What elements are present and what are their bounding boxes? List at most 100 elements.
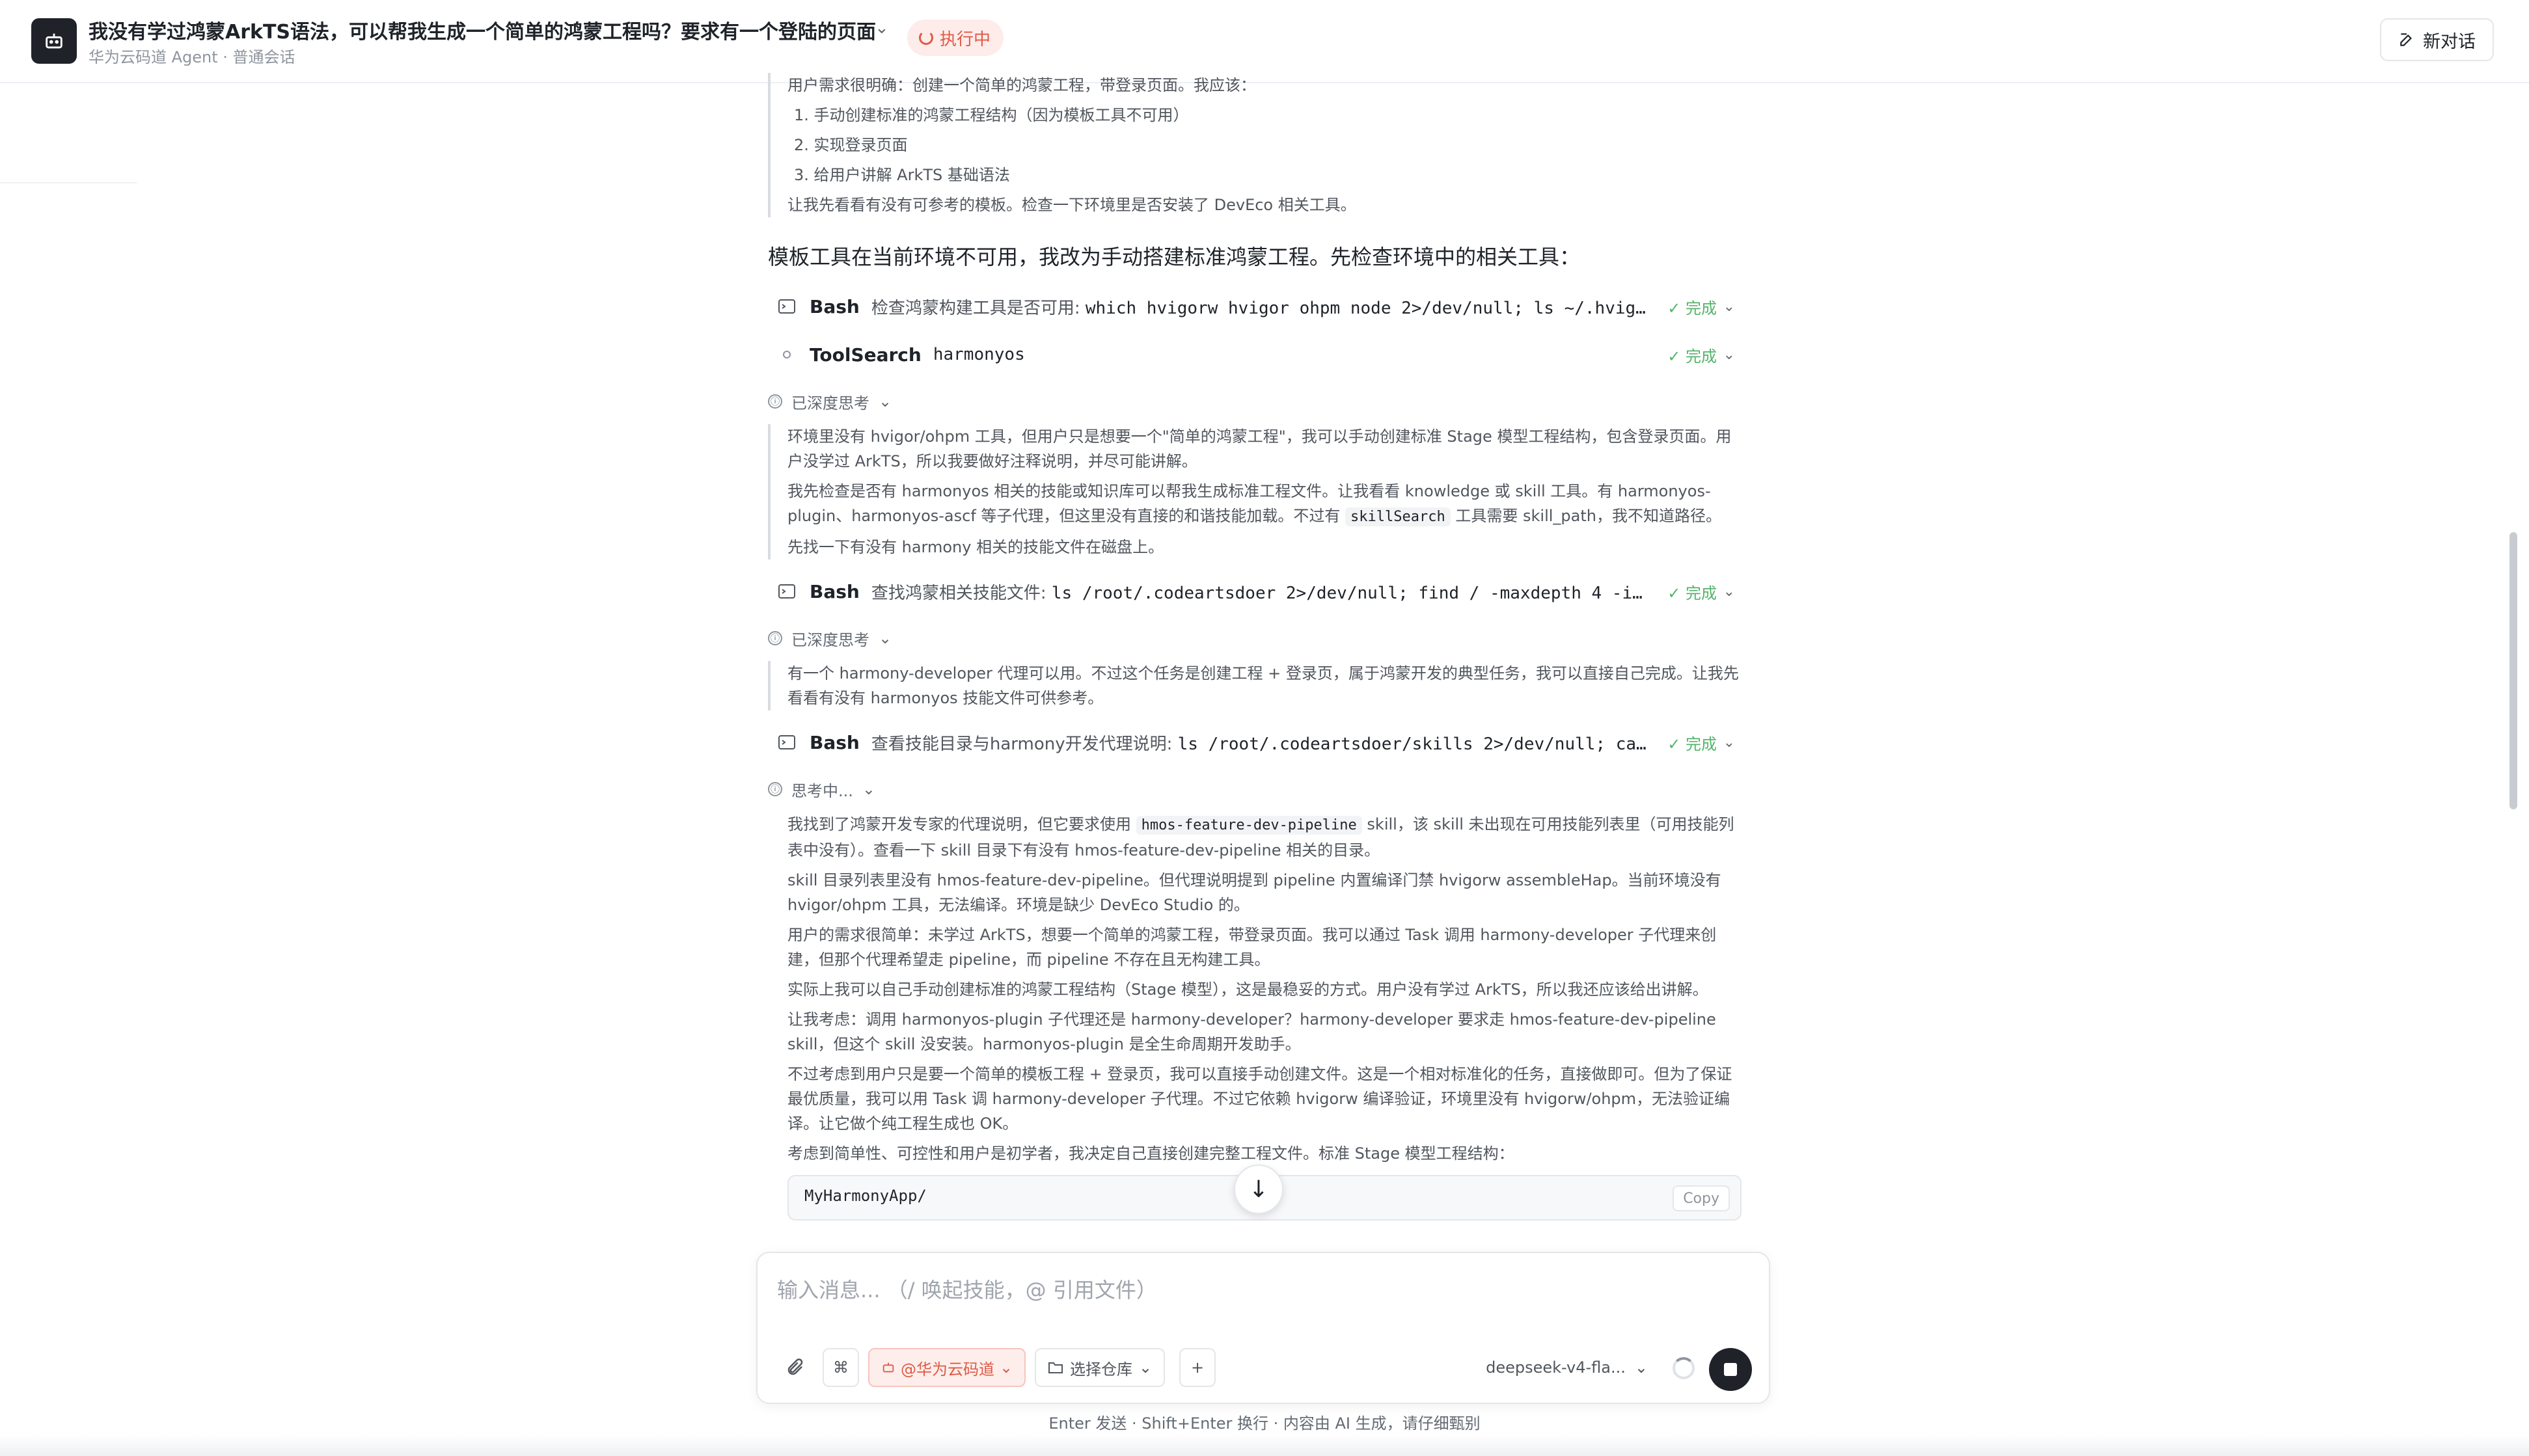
tool-command: ls /root/.codeartsdoer/skills 2>/dev/nul…	[1177, 734, 1647, 754]
copy-button[interactable]: Copy	[1673, 1185, 1730, 1211]
loading-spinner-icon	[1673, 1357, 1695, 1379]
tool-name: Bash	[810, 580, 860, 602]
command-icon: ⌘	[833, 1358, 849, 1377]
folder-icon	[1048, 1362, 1063, 1373]
tool-status: ✓ 完成	[1667, 299, 1717, 317]
chevron-down-icon: ⌄	[862, 780, 875, 798]
status-badge: 执行中	[907, 20, 1004, 56]
thinking-label: 已深度思考	[791, 630, 869, 649]
thinking-text: 让我先看看有没有可参考的模板。检查一下环境里是否安装了 DevEco 相关工具。	[787, 196, 1356, 214]
thinking-text: 用户需求很明确：创建一个简单的鸿蒙工程，带登录页面。我应该：	[787, 76, 1256, 94]
divider	[0, 182, 137, 183]
chevron-down-icon[interactable]: ⌄	[1723, 347, 1735, 363]
thinking-text: 用户的需求很简单：未学过 ArkTS，想要一个简单的鸿蒙工程，带登录页面。我可以…	[787, 926, 1717, 969]
add-button[interactable]: +	[1179, 1348, 1216, 1387]
tool-call-bash[interactable]: Bash 查看技能目录与harmony开发代理说明: ls /root/.cod…	[768, 718, 1742, 766]
agent-robot-icon	[31, 18, 77, 64]
code-text: MyHarmonyApp/	[804, 1187, 927, 1205]
thinking-text: 我先检查是否有 harmonyos 相关的技能或知识库可以帮我生成标准工程文件。…	[787, 479, 1742, 530]
thinking-block: 用户需求很明确：创建一个简单的鸿蒙工程，带登录页面。我应该： 1. 手动创建标准…	[768, 73, 1742, 217]
chevron-down-icon: ⌄	[1634, 1358, 1648, 1377]
list-item: 1. 手动创建标准的鸿蒙工程结构（因为模板工具不可用）	[794, 106, 1189, 124]
tool-name: Bash	[810, 731, 860, 753]
thinking-text: 我找到了鸿蒙开发专家的代理说明，但它要求使用 hmos-feature-dev-…	[787, 812, 1742, 863]
thinking-text: 不过考虑到用户只是要一个简单的模板工程 + 登录页，我可以直接手动创建文件。这是…	[787, 1065, 1732, 1133]
thinking-text: 先找一下有没有 harmony 相关的技能文件在磁盘上。	[787, 538, 1164, 556]
list-item: 3. 给用户讲解 ArkTS 基础语法	[794, 166, 1010, 184]
repo-selector[interactable]: 选择仓库 ⌄	[1035, 1348, 1166, 1387]
thinking-text: 有一个 harmony-developer 代理可以用。不过这个任务是创建工程 …	[787, 664, 1739, 707]
thinking-text: 环境里没有 hvigor/ohpm 工具，但用户只是想要一个"简单的鸿蒙工程"，…	[787, 427, 1732, 470]
repo-label: 选择仓库	[1070, 1360, 1132, 1379]
tool-command: ls /root/.codeartsdoer 2>/dev/null; find…	[1051, 583, 1643, 603]
stop-icon	[1724, 1363, 1737, 1376]
dot-icon	[776, 345, 798, 364]
chevron-down-icon: ⌄	[879, 629, 892, 647]
org-label: @华为云码道	[901, 1360, 994, 1379]
tool-call-toolsearch[interactable]: ToolSearch harmonyos ✓ 完成 ⌄	[768, 330, 1742, 379]
thinking-label: 思考中...	[791, 781, 853, 800]
tool-name: Bash	[810, 295, 860, 317]
thinking-text: 让我考虑：调用 harmonyos-plugin 子代理还是 harmony-d…	[787, 1010, 1716, 1053]
thinking-text: 考虑到简单性、可控性和用户是初学者，我决定自己直接创建完整工程文件。标准 Sta…	[787, 1144, 1514, 1163]
bottom-edge	[0, 1435, 2529, 1456]
thinking-text-part: 工具需要 skill_path，我不知道路径。	[1455, 507, 1721, 525]
terminal-icon	[776, 733, 798, 752]
chevron-down-icon[interactable]: ⌄	[1723, 735, 1735, 751]
tool-desc-text: 检查鸿蒙构建工具是否可用:	[871, 298, 1080, 318]
attach-icon[interactable]	[777, 1348, 813, 1387]
model-label: deepseek-v4-fla...	[1486, 1358, 1626, 1377]
tool-name: ToolSearch	[810, 344, 922, 366]
thinking-text: 实际上我可以自己手动创建标准的鸿蒙工程结构（Stage 模型），这是最稳妥的方式…	[787, 980, 1708, 999]
brain-icon: ⓘ	[768, 631, 782, 645]
tool-status: ✓ 完成	[1667, 584, 1717, 602]
tool-status: ✓ 完成	[1667, 735, 1717, 753]
thinking-toggle[interactable]: ⓘ 已深度思考 ⌄	[768, 615, 1742, 661]
thinking-label: 已深度思考	[791, 394, 869, 412]
robot-icon	[882, 1362, 894, 1373]
conversation-title[interactable]: 我没有学过鸿蒙ArkTS语法，可以帮我生成一个简单的鸿蒙工程吗？要求有一个登陆的…	[89, 16, 876, 44]
tool-desc-text: 查看技能目录与harmony开发代理说明:	[871, 734, 1173, 754]
terminal-icon	[776, 297, 798, 316]
message-composer: 输入消息... （/ 唤起技能，@ 引用文件） ⌘ @华为云码道 ⌄ 选择仓库 …	[756, 1252, 1770, 1404]
arrow-down-icon: ↓	[1248, 1176, 1269, 1203]
tool-call-bash[interactable]: Bash 查找鸿蒙相关技能文件: ls /root/.codeartsdoer …	[768, 567, 1742, 615]
new-chat-label: 新对话	[2423, 31, 2476, 52]
thinking-text: skill 目录列表里没有 hmos-feature-dev-pipeline。…	[787, 871, 1721, 914]
chevron-down-icon: ⌄	[879, 392, 892, 411]
footer-hint: Enter 发送 · Shift+Enter 换行 · 内容由 AI 生成，请仔…	[1048, 1414, 1481, 1433]
thinking-block: 有一个 harmony-developer 代理可以用。不过这个任务是创建工程 …	[768, 661, 1742, 710]
thinking-text-part: 我找到了鸿蒙开发专家的代理说明，但它要求使用	[787, 815, 1131, 833]
edit-icon	[2400, 33, 2413, 46]
spinner-icon	[919, 31, 933, 45]
brain-icon: ⓘ	[768, 394, 782, 409]
chevron-down-icon: ⌄	[1000, 1358, 1013, 1377]
tool-description: 查找鸿蒙相关技能文件: ls /root/.codeartsdoer 2>/de…	[871, 580, 1652, 604]
chevron-down-icon[interactable]: ⌄	[875, 18, 889, 38]
list-item: 2. 实现登录页面	[794, 136, 908, 154]
scroll-to-bottom-button[interactable]: ↓	[1234, 1165, 1283, 1214]
tool-call-bash[interactable]: Bash 检查鸿蒙构建工具是否可用: which hvigorw hvigor …	[768, 282, 1742, 330]
tool-description: 检查鸿蒙构建工具是否可用: which hvigorw hvigor ohpm …	[871, 295, 1652, 319]
chevron-down-icon[interactable]: ⌄	[1723, 299, 1735, 315]
tool-command: harmonyos	[933, 345, 1025, 364]
thinking-block: 环境里没有 hvigor/ohpm 工具，但用户只是想要一个"简单的鸿蒙工程"，…	[768, 424, 1742, 559]
thinking-toggle[interactable]: ⓘ 思考中... ⌄	[768, 766, 1742, 812]
org-selector[interactable]: @华为云码道 ⌄	[868, 1348, 1026, 1387]
tool-desc-text: 查找鸿蒙相关技能文件:	[871, 583, 1046, 603]
new-chat-button[interactable]: 新对话	[2380, 18, 2494, 61]
brain-icon: ⓘ	[768, 782, 782, 796]
model-selector[interactable]: deepseek-v4-fla... ⌄	[1486, 1348, 1648, 1387]
chevron-down-icon[interactable]: ⌄	[1723, 584, 1735, 600]
conversation-subtitle: 华为云码道 Agent · 普通会话	[89, 48, 295, 66]
scrollbar[interactable]	[2509, 532, 2517, 809]
chevron-down-icon: ⌄	[1139, 1358, 1153, 1377]
message-input[interactable]: 输入消息... （/ 唤起技能，@ 引用文件）	[777, 1274, 1157, 1304]
stop-button[interactable]	[1709, 1348, 1752, 1391]
top-bar: 我没有学过鸿蒙ArkTS语法，可以帮我生成一个简单的鸿蒙工程吗？要求有一个登陆的…	[0, 0, 2529, 83]
command-button[interactable]: ⌘	[823, 1348, 859, 1387]
tool-command: which hvigorw hvigor ohpm node 2>/dev/nu…	[1085, 298, 1646, 318]
terminal-icon	[776, 582, 798, 601]
thinking-toggle[interactable]: ⓘ 已深度思考 ⌄	[768, 379, 1742, 424]
status-text: 执行中	[940, 29, 991, 49]
